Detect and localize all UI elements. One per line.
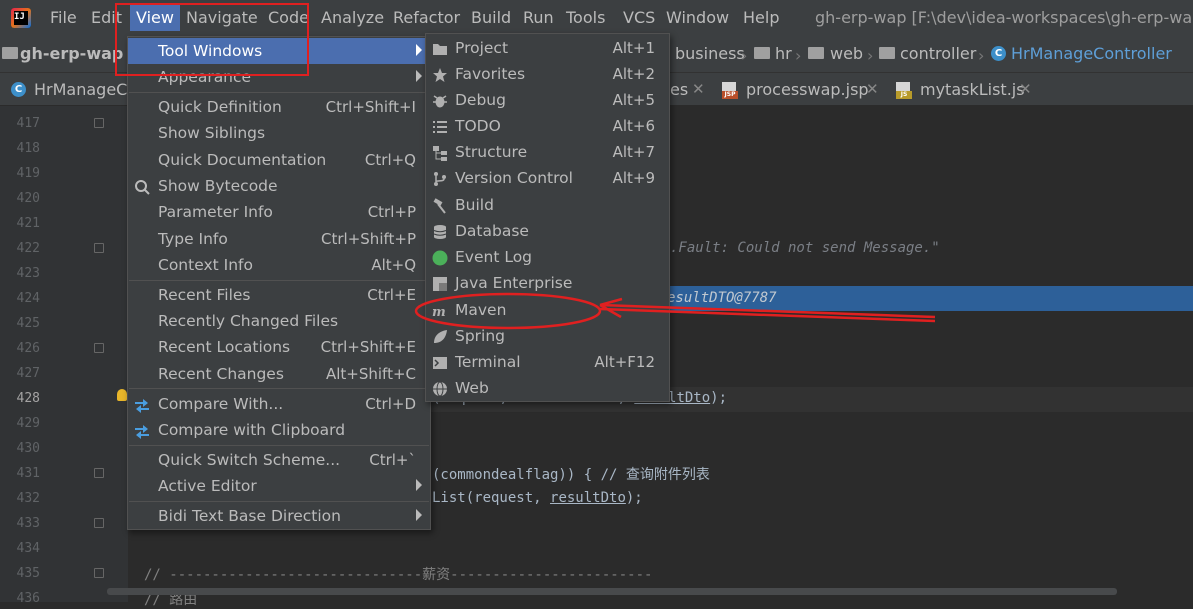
- annotation-overlay: [414, 292, 936, 330]
- annotation-ellipse: [414, 292, 602, 330]
